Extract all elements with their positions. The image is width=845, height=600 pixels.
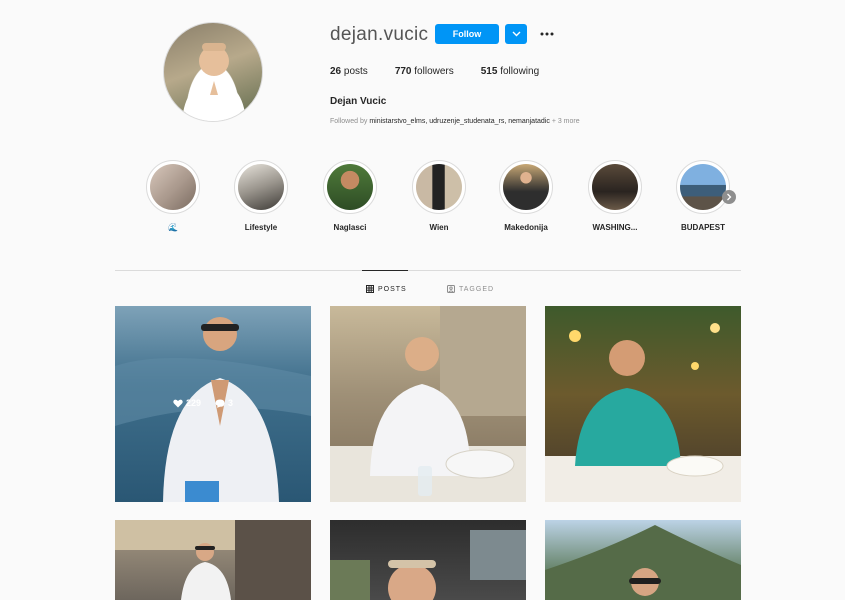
followed-by-names[interactable]: ministarstvo_elms, udruzenje_studenata_r… <box>369 118 550 125</box>
followed-by[interactable]: Followed by ministarstvo_elms, udruzenje… <box>330 118 580 125</box>
post-tile[interactable] <box>545 520 741 600</box>
highlight-4[interactable]: Wien <box>411 160 467 232</box>
posts-label: posts <box>343 66 368 77</box>
following-count: 515 <box>480 66 498 77</box>
highlight-5[interactable]: Makedonija <box>498 160 554 232</box>
highlight-1[interactable]: 🌊 <box>145 160 201 232</box>
highlight-label: WASHING... <box>592 223 638 232</box>
highlight-cover <box>150 164 196 210</box>
followers-count: 770 <box>394 66 412 77</box>
post-tile[interactable] <box>330 306 526 502</box>
highlight-ring <box>412 160 466 214</box>
post-photo <box>330 306 526 502</box>
suggestions-dropdown-button[interactable] <box>505 24 527 44</box>
tabs-divider <box>115 270 741 271</box>
post-tile[interactable] <box>115 520 311 600</box>
post-tile[interactable] <box>330 520 526 600</box>
following-stat[interactable]: 515 following <box>481 66 539 77</box>
chevron-down-icon <box>512 31 520 37</box>
tab-posts[interactable]: POSTS <box>366 285 407 293</box>
highlight-ring <box>234 160 288 214</box>
posts-count: 26 <box>330 66 342 77</box>
followers-label: followers <box>414 66 454 77</box>
profile-full-name: Dejan Vucic <box>330 96 387 107</box>
more-options-button[interactable] <box>538 24 556 44</box>
highlight-2[interactable]: Lifestyle <box>233 160 289 232</box>
avatar-photo <box>182 43 246 121</box>
tab-tagged[interactable]: TAGGED <box>447 285 494 293</box>
tab-tagged-label: TAGGED <box>459 285 495 293</box>
highlight-label: Naglasci <box>333 223 367 232</box>
highlight-label: Wien <box>429 223 449 232</box>
comment-icon <box>215 399 225 408</box>
post-tile[interactable] <box>545 306 741 502</box>
tagged-icon <box>447 285 455 293</box>
more-icon <box>540 32 554 36</box>
post-photo <box>115 520 311 600</box>
highlight-cover <box>592 164 638 210</box>
following-label: following <box>500 66 540 77</box>
posts-stat: 26 posts <box>330 66 368 77</box>
highlight-ring <box>146 160 200 214</box>
highlight-label: BUDAPEST <box>680 223 725 232</box>
highlights-next-button[interactable] <box>722 190 736 204</box>
active-tab-indicator <box>362 270 408 271</box>
comments-value: 3 <box>228 398 234 408</box>
profile-username: dejan.vucic <box>330 24 429 45</box>
post-photo <box>330 530 526 600</box>
followed-by-more[interactable]: + 3 more <box>552 118 580 125</box>
tab-posts-label: POSTS <box>378 285 407 293</box>
post-photo <box>545 323 741 502</box>
post-photo <box>545 525 741 600</box>
highlight-cover <box>238 164 284 210</box>
followers-stat[interactable]: 770 followers <box>395 66 454 77</box>
highlight-cover <box>503 164 549 210</box>
highlight-cover <box>327 164 373 210</box>
highlight-label: Lifestyle <box>244 223 278 232</box>
profile-stats: 26 posts 770 followers 515 following <box>330 66 566 77</box>
followed-by-prefix: Followed by <box>330 118 368 125</box>
grid-icon <box>366 285 374 293</box>
likes-value: 229 <box>186 398 202 408</box>
highlight-label: Makedonija <box>504 223 548 232</box>
highlight-ring <box>323 160 377 214</box>
chevron-right-icon <box>727 193 732 201</box>
profile-avatar[interactable] <box>163 22 263 122</box>
likes-count: 229 <box>173 398 201 408</box>
post-tile[interactable]: 229 3 <box>115 306 311 502</box>
highlight-label: 🌊 <box>168 223 178 232</box>
heart-icon <box>173 399 183 407</box>
highlight-ring <box>588 160 642 214</box>
post-stats-overlay: 229 3 <box>173 398 233 408</box>
highlight-ring <box>499 160 553 214</box>
highlight-cover <box>416 164 462 210</box>
highlight-3[interactable]: Naglasci <box>322 160 378 232</box>
comments-count: 3 <box>215 398 233 408</box>
follow-button[interactable]: Follow <box>435 24 499 44</box>
highlight-ring <box>676 160 730 214</box>
highlight-6[interactable]: WASHING... <box>587 160 643 232</box>
highlight-cover <box>680 164 726 210</box>
